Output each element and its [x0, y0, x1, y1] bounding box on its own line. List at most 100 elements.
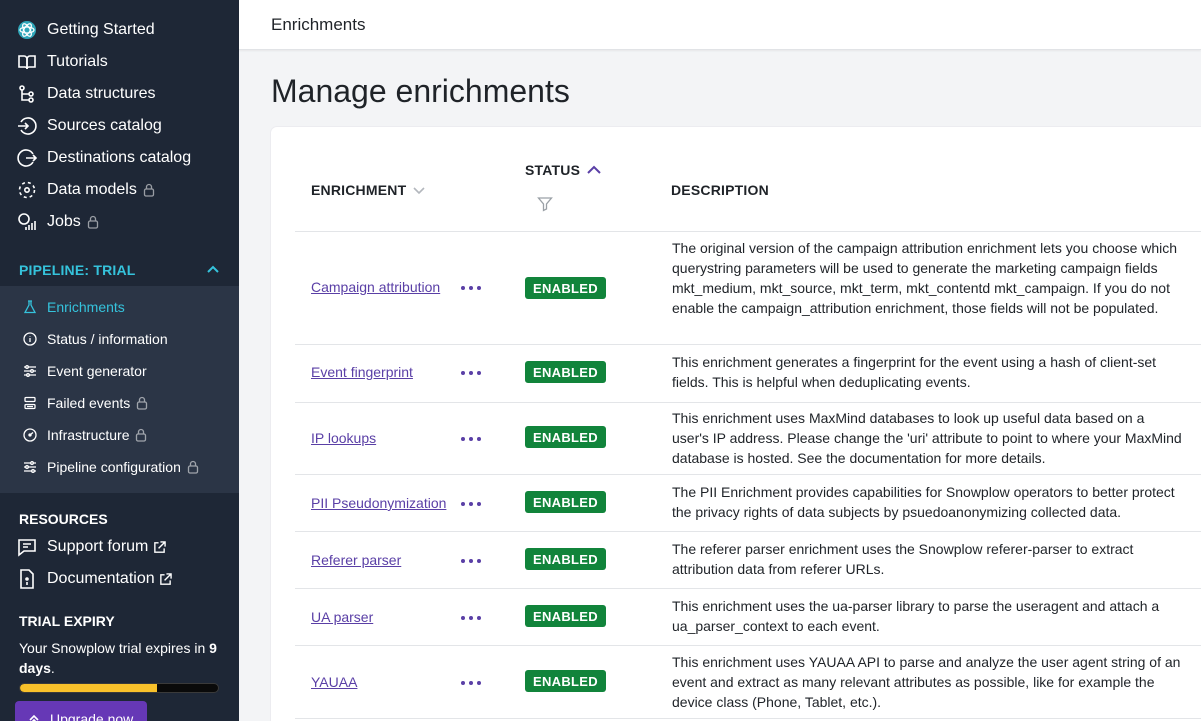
failed-layers-icon: [22, 395, 38, 411]
gauge-icon: [22, 427, 38, 443]
column-header-label: DESCRIPTION: [671, 182, 769, 198]
enrichment-description: This enrichment uses the ua-parser libra…: [672, 598, 1160, 634]
document-icon: [16, 568, 38, 590]
enrichment-link[interactable]: UA parser: [311, 609, 373, 625]
status-badge: ENABLED: [525, 548, 606, 570]
sidebar-item-event-generator[interactable]: Event generator: [22, 360, 147, 382]
jobs-bars-icon: [16, 211, 38, 233]
resources-heading: RESOURCES: [19, 511, 108, 527]
trial-text-prefix: Your Snowplow trial expires in: [19, 640, 210, 656]
status-badge: ENABLED: [525, 361, 606, 383]
source-enter-icon: [16, 115, 38, 137]
enrichment-description: This enrichment generates a fingerprint …: [672, 354, 1157, 390]
trial-days-number: 9: [209, 640, 217, 656]
more-actions-icon[interactable]: [458, 609, 484, 627]
table-row: Campaign attribution ENABLED The origina…: [295, 232, 1201, 345]
sort-chevron-down-icon: [413, 187, 425, 195]
breadcrumb: Enrichments: [271, 15, 366, 34]
more-actions-icon[interactable]: [458, 674, 484, 692]
lock-icon: [135, 428, 147, 442]
sidebar-item-label: Status / information: [47, 331, 168, 347]
enrichment-description: The referer parser enrichment uses the S…: [672, 541, 1134, 577]
resource-support-forum[interactable]: Support forum: [16, 534, 166, 560]
config-sliders-icon: [22, 459, 38, 475]
enrichment-link[interactable]: PII Pseudonymization: [311, 495, 446, 511]
enrichment-link[interactable]: Campaign attribution: [311, 279, 440, 295]
enrichments-table: ENRICHMENT STATUS DESCRIPTION Campaign a…: [271, 127, 1201, 721]
flask-icon: [22, 299, 38, 315]
filter-icon[interactable]: [537, 196, 553, 212]
upgrade-button[interactable]: Upgrade now: [15, 701, 147, 721]
column-header-enrichment[interactable]: ENRICHMENT: [311, 182, 426, 198]
status-badge: ENABLED: [525, 491, 606, 513]
column-header-label: ENRICHMENT: [311, 182, 407, 198]
nav-label: Destinations catalog: [47, 149, 192, 166]
enrichment-description: This enrichment uses YAUAA API to parse …: [672, 654, 1181, 710]
more-actions-icon[interactable]: [458, 279, 484, 297]
nav-label: Data models: [47, 181, 137, 198]
more-actions-icon[interactable]: [458, 430, 484, 448]
column-header-label: STATUS: [525, 162, 581, 178]
upgrade-chevrons-icon: [29, 714, 39, 721]
chat-icon: [16, 536, 38, 558]
nav-label: Tutorials: [47, 53, 108, 70]
trial-expiry-text: Your Snowplow trial expires in 9 days.: [19, 638, 229, 678]
table-row: YAUAA ENABLED This enrichment uses YAUAA…: [295, 646, 1201, 719]
more-actions-icon[interactable]: [458, 552, 484, 570]
nav-getting-started[interactable]: Getting Started: [16, 17, 155, 43]
sidebar-item-status[interactable]: Status / information: [22, 328, 168, 350]
nav-data-models[interactable]: Data models: [16, 177, 155, 203]
nav-sources-catalog[interactable]: Sources catalog: [16, 113, 162, 139]
nav-label: Jobs: [47, 213, 81, 230]
info-circle-icon: [22, 331, 38, 347]
trial-progress-fill: [20, 684, 157, 692]
nav-label: Getting Started: [47, 21, 155, 38]
external-link-icon: [152, 540, 166, 554]
resource-label: Documentation: [47, 570, 155, 587]
sort-chevron-up-icon: [587, 165, 601, 174]
trial-days-word: days: [19, 660, 51, 676]
enrichment-link[interactable]: IP lookups: [311, 430, 376, 446]
page-title: Manage enrichments: [271, 73, 570, 109]
resource-documentation[interactable]: Documentation: [16, 566, 173, 592]
topbar: Enrichments: [239, 0, 1201, 50]
sidebar-item-label: Pipeline configuration: [47, 459, 181, 475]
hierarchy-icon: [16, 83, 38, 105]
column-header-description: DESCRIPTION: [671, 182, 769, 198]
sidebar-item-failed-events[interactable]: Failed events: [22, 392, 148, 414]
book-icon: [16, 51, 38, 73]
lock-icon: [143, 183, 155, 197]
nav-data-structures[interactable]: Data structures: [16, 81, 155, 107]
status-badge: ENABLED: [525, 426, 606, 448]
nav-tutorials[interactable]: Tutorials: [16, 49, 108, 75]
trial-text-suffix: .: [50, 660, 55, 676]
sidebar-item-pipeline-configuration[interactable]: Pipeline configuration: [22, 456, 199, 478]
table-row: IP lookups ENABLED This enrichment uses …: [295, 403, 1201, 475]
enrichment-link[interactable]: YAUAA: [311, 674, 357, 690]
sidebar-item-label: Failed events: [47, 395, 131, 411]
column-header-status[interactable]: STATUS: [525, 162, 602, 178]
lock-icon: [187, 460, 199, 474]
nav-destinations-catalog[interactable]: Destinations catalog: [16, 145, 191, 171]
enrichment-link[interactable]: Event fingerprint: [311, 364, 413, 380]
nav-jobs[interactable]: Jobs: [16, 209, 99, 235]
sidebar-item-infrastructure[interactable]: Infrastructure: [22, 424, 147, 446]
pipeline-section-toggle[interactable]: PIPELINE: TRIAL: [0, 254, 239, 285]
sidebar-item-enrichments[interactable]: Enrichments: [22, 296, 125, 318]
sidebar-item-label: Infrastructure: [47, 427, 130, 443]
lock-icon: [87, 215, 99, 229]
more-actions-icon[interactable]: [458, 364, 484, 382]
lock-icon: [136, 396, 148, 410]
enrichment-description: The original version of the campaign att…: [672, 240, 1178, 316]
enrichment-link[interactable]: Referer parser: [311, 552, 401, 568]
model-dots-icon: [16, 179, 38, 201]
external-link-icon: [159, 572, 173, 586]
trial-progress-bar: [19, 683, 219, 693]
more-actions-icon[interactable]: [458, 495, 484, 513]
pipeline-heading: PIPELINE: TRIAL: [19, 261, 136, 278]
chevron-up-icon: [207, 265, 219, 273]
enrichment-description: The PII Enrichment provides capabilities…: [672, 484, 1175, 520]
table-row: PII Pseudonymization ENABLED The PII Enr…: [295, 475, 1201, 532]
resource-label: Support forum: [47, 538, 149, 555]
enrichment-description: This enrichment uses MaxMind databases t…: [672, 410, 1182, 466]
